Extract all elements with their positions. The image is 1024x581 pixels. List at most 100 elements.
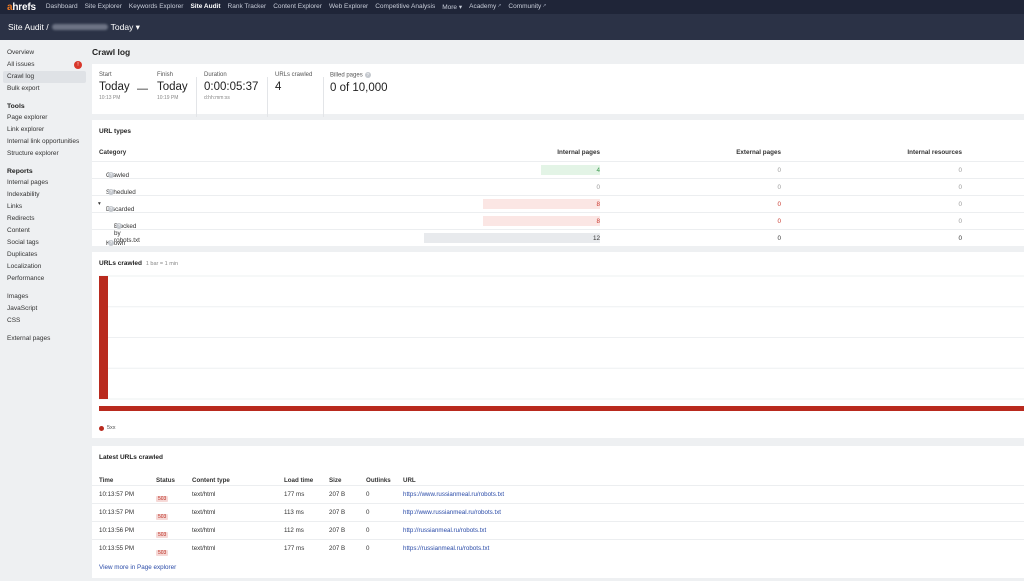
sidebar-item-label: Redirects: [7, 215, 35, 222]
nav-item-more[interactable]: More ▾: [442, 3, 462, 11]
sidebar-item-label: Images: [7, 293, 29, 300]
sidebar-item-label: Page explorer: [7, 114, 48, 121]
column-header[interactable]: Status: [156, 477, 175, 484]
status-badge: 503: [156, 532, 169, 538]
sidebar-item-links[interactable]: Links: [0, 201, 88, 213]
cell: 0: [366, 527, 370, 534]
column-header[interactable]: Load time: [284, 477, 313, 484]
sidebar-item-content[interactable]: Content: [0, 225, 88, 237]
sidebar-item-internal-link-opportunities[interactable]: Internal link opportunities: [0, 136, 88, 148]
nav-item-site-audit[interactable]: Site Audit: [190, 3, 220, 11]
url-type-row[interactable]: Blocked by robots.txt? 8 0 0: [92, 212, 1024, 244]
nav-item-rank-tracker[interactable]: Rank Tracker: [228, 3, 267, 11]
sidebar-item-structure-explorer[interactable]: Structure explorer: [0, 148, 88, 160]
sidebar-item-all-issues[interactable]: All issues!: [0, 59, 88, 71]
urls-crawled-panel: URLs crawled 1 bar = 1 min 5xx: [92, 252, 1024, 438]
help-icon[interactable]: ?: [364, 72, 371, 78]
sidebar-item-performance[interactable]: Performance: [0, 273, 88, 285]
column-header[interactable]: URL: [403, 477, 416, 484]
project-bar: Site Audit / Today ▾: [0, 14, 1024, 40]
sidebar-section-heading: Reports: [7, 168, 33, 175]
sidebar-item-label: Internal link opportunities: [7, 138, 80, 145]
finish-summary: Finish Today 10:19 PM: [157, 72, 188, 101]
internal-pages-count[interactable]: 0: [596, 184, 600, 191]
sidebar-item-overview[interactable]: Overview: [0, 47, 88, 59]
sidebar-item-label: Duplicates: [7, 251, 38, 258]
column-header[interactable]: Outlinks: [366, 477, 391, 484]
view-more-link[interactable]: View more in Page explorer: [99, 564, 176, 571]
sidebar-item-link-explorer[interactable]: Link explorer: [0, 124, 88, 136]
sidebar-item-javascript[interactable]: JavaScript: [0, 303, 88, 315]
sidebar-item-label: Indexability: [7, 191, 40, 198]
page-title: Crawl log: [92, 47, 131, 57]
chart-subtitle: 1 bar = 1 min: [145, 261, 179, 267]
internal-pages-count[interactable]: 4: [596, 167, 600, 174]
sidebar-item-page-explorer[interactable]: Page explorer: [0, 112, 88, 124]
sidebar-item-label: Content: [7, 227, 30, 234]
help-icon[interactable]: ?: [108, 240, 114, 246]
url-types-title: URL types: [99, 128, 132, 135]
url-type-row[interactable]: ▾ Discarded? 8 0 0: [92, 195, 1024, 213]
column-header[interactable]: Content type: [192, 477, 230, 484]
redacted-project-name: [51, 24, 108, 30]
ahrefs-logo[interactable]: ahrefs: [7, 2, 36, 13]
column-header[interactable]: Time: [99, 477, 113, 484]
cell: 207 B: [329, 545, 346, 552]
breadcrumb-root[interactable]: Site Audit /: [8, 22, 49, 32]
url-link[interactable]: https://russianmeal.ru/robots.txt: [403, 545, 489, 552]
table-row[interactable]: 10:13:57 PM 503 text/html 177 ms 207 B 0 https…: [92, 485, 1024, 503]
table-row[interactable]: 10:13:57 PM 503 text/html 113 ms 207 B 0 http:…: [92, 503, 1024, 521]
sidebar-item-crawl-log[interactable]: Crawl log: [3, 71, 86, 83]
sidebar-item-bulk-export[interactable]: Bulk export: [0, 83, 88, 95]
internal-pages-bar: [541, 165, 600, 175]
nav-item-keywords-explorer[interactable]: Keywords Explorer: [129, 3, 184, 11]
nav-item-web-explorer[interactable]: Web Explorer: [329, 3, 368, 11]
nav-item-competitive-analysis[interactable]: Competitive Analysis: [375, 3, 435, 11]
internal-resources-count: 0: [958, 218, 962, 225]
internal-pages-count[interactable]: 12: [593, 235, 600, 242]
table-row[interactable]: 10:13:55 PM 503 text/html 177 ms 207 B 0 https…: [92, 539, 1024, 557]
internal-resources-count: 0: [958, 201, 962, 208]
url-type-row[interactable]: Crawled? 4 0 0: [92, 161, 1024, 179]
bar-10:13[interactable]: [99, 276, 108, 399]
date-selector[interactable]: Today ▾: [111, 22, 140, 33]
sidebar-item-images[interactable]: Images: [0, 291, 88, 303]
cell: 10:13:55 PM: [99, 545, 135, 552]
nav-item-content-explorer[interactable]: Content Explorer: [273, 3, 322, 11]
cell: 207 B: [329, 491, 346, 498]
sidebar-item-indexability[interactable]: Indexability: [0, 189, 88, 201]
cell: 177 ms: [284, 545, 305, 552]
sidebar-item-label: Links: [7, 203, 23, 210]
sidebar-item-duplicates[interactable]: Duplicates: [0, 249, 88, 261]
urls-crawled-chart: [99, 275, 1024, 411]
nav-item-site-explorer[interactable]: Site Explorer: [85, 3, 122, 11]
sidebar-item-external-pages[interactable]: External pages: [0, 333, 88, 345]
sidebar-item-internal-pages[interactable]: Internal pages: [0, 177, 88, 189]
url-link[interactable]: http://russianmeal.ru/robots.txt: [403, 527, 486, 534]
url-type-row[interactable]: Scheduled? 0 0 0: [92, 178, 1024, 196]
cell: 10:13:57 PM: [99, 491, 135, 498]
sidebar-item-label: Internal pages: [7, 179, 49, 186]
url-link[interactable]: https://www.russianmeal.ru/robots.txt: [403, 491, 504, 498]
nav-item-community[interactable]: Community: [508, 3, 541, 11]
sidebar-item-label: Performance: [7, 275, 45, 282]
nav-item-academy[interactable]: Academy: [469, 3, 496, 11]
internal-pages-count[interactable]: 8: [596, 201, 600, 208]
sidebar-item-label: External pages: [7, 335, 51, 342]
column-header[interactable]: Size: [329, 477, 341, 484]
nav-item-dashboard[interactable]: Dashboard: [46, 3, 78, 11]
sidebar-item-redirects[interactable]: Redirects: [0, 213, 88, 225]
internal-pages-count[interactable]: 8: [596, 218, 600, 225]
cell: 207 B: [329, 527, 346, 534]
url-type-row[interactable]: Known? 12 0 0: [92, 229, 1024, 247]
sidebar-item-label: Bulk export: [7, 85, 40, 92]
legend-label[interactable]: 5xx: [107, 425, 116, 431]
url-link[interactable]: http://www.russianmeal.ru/robots.txt: [403, 509, 501, 516]
expand-chevron-icon[interactable]: ▾: [98, 201, 101, 207]
sidebar-item-localization[interactable]: Localization: [0, 261, 88, 273]
sidebar-item-css[interactable]: CSS: [0, 315, 88, 327]
top-navigation: ahrefs Dashboard Site Explorer Keywords Ex…: [0, 0, 1024, 14]
timeline-strip[interactable]: [99, 406, 1024, 411]
sidebar-item-social-tags[interactable]: Social tags: [0, 237, 88, 249]
table-row[interactable]: 10:13:56 PM 503 text/html 112 ms 207 B 0 http:…: [92, 521, 1024, 539]
